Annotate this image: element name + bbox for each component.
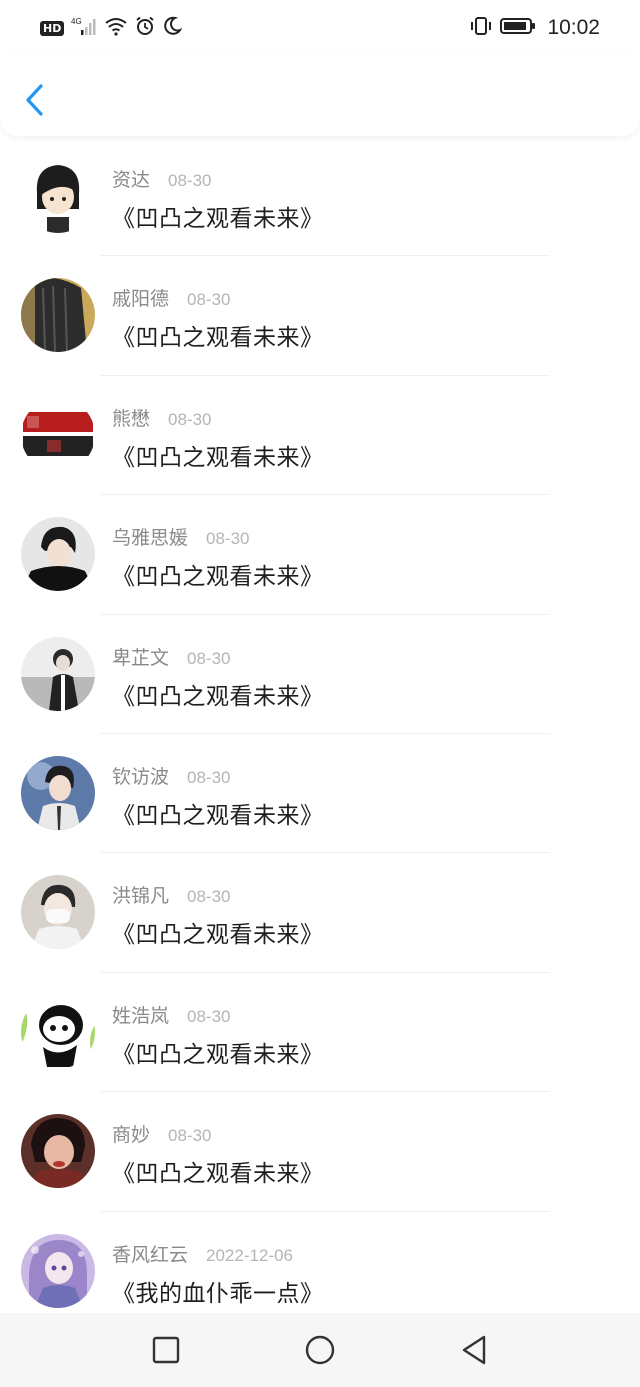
battery-icon [500, 16, 536, 40]
item-meta: 洪锦凡 08-30 [112, 881, 231, 908]
item-date: 08-30 [206, 529, 250, 549]
item-date: 08-30 [187, 887, 231, 907]
clock-time: 10:02 [547, 16, 600, 39]
moon-icon [162, 16, 183, 40]
list-item[interactable]: 商妙 08-30 《凹凸之观看未来》 [0, 1092, 640, 1212]
system-back-button[interactable] [452, 1328, 496, 1372]
item-meta: 戚阳德 08-30 [112, 284, 231, 311]
avatar [21, 397, 95, 472]
user-name: 钦访波 [112, 765, 170, 788]
item-meta: 资达 08-30 [112, 165, 212, 192]
network-label: 4G [71, 17, 82, 26]
square-icon [152, 1336, 180, 1364]
list-item[interactable]: 姓浩岚 08-30 《凹凸之观看未来》 [0, 973, 640, 1093]
item-date: 08-30 [187, 648, 231, 668]
alarm-icon [135, 16, 155, 40]
list-item[interactable]: 乌雅思媛 08-30 《凹凸之观看未来》 [0, 495, 640, 615]
status-right: 10:02 [469, 16, 600, 40]
user-name: 香风红云 [112, 1243, 189, 1266]
item-date: 08-30 [168, 171, 212, 190]
home-button[interactable] [298, 1328, 342, 1372]
avatar [21, 755, 95, 830]
list-item[interactable]: 戚阳德 08-30 《凹凸之观看未来》 [0, 256, 640, 376]
item-meta: 乌雅思媛 08-30 [112, 523, 250, 550]
avatar [21, 1114, 95, 1189]
item-date: 08-30 [168, 1126, 212, 1146]
item-date: 08-30 [187, 1006, 231, 1026]
user-name: 洪锦凡 [112, 885, 170, 908]
hd-badge: HD [40, 20, 65, 36]
avatar [21, 278, 95, 353]
book-title: 《凹凸之观看未来》 [112, 564, 324, 591]
item-date: 08-30 [187, 767, 231, 787]
user-name: 资达 [112, 169, 151, 191]
avatar [21, 875, 95, 950]
wifi-icon [104, 16, 128, 40]
list-item[interactable]: 熊懋 08-30 《凹凸之观看未来》 [0, 376, 640, 496]
user-name: 卑芷文 [112, 646, 170, 669]
avatar [21, 159, 95, 233]
item-meta: 姓浩岚 08-30 [112, 1001, 231, 1028]
book-title: 《凹凸之观看未来》 [112, 1041, 324, 1068]
book-title: 《凹凸之观看未来》 [112, 1161, 324, 1188]
item-meta: 熊懋 08-30 [112, 404, 212, 431]
user-name: 姓浩岚 [112, 1004, 170, 1027]
book-title: 《凹凸之观看未来》 [112, 206, 324, 232]
book-title: 《凹凸之观看未来》 [112, 444, 324, 471]
top-app-bar [0, 56, 640, 136]
book-title: 《我的血仆乖一点》 [112, 1280, 324, 1307]
item-date: 08-30 [187, 290, 231, 310]
item-date: 08-30 [168, 409, 212, 429]
status-bar: HD 4G 10:02 [0, 0, 640, 56]
avatar [21, 517, 95, 592]
list-item[interactable]: 洪锦凡 08-30 《凹凸之观看未来》 [0, 853, 640, 973]
triangle-back-icon [462, 1335, 486, 1365]
avatar [21, 994, 95, 1069]
book-title: 《凹凸之观看未来》 [112, 802, 324, 829]
vibrate-icon [469, 16, 493, 40]
list-item[interactable]: 资达 08-30 《凹凸之观看未来》 [0, 137, 640, 257]
item-meta: 香风红云 2022-12-06 [112, 1240, 293, 1267]
signal-icon: 4G [71, 16, 97, 40]
circle-icon [305, 1335, 335, 1365]
book-title: 《凹凸之观看未来》 [112, 922, 324, 949]
chevron-left-icon [26, 84, 43, 116]
item-meta: 卑芷文 08-30 [112, 643, 231, 670]
item-meta: 钦访波 08-30 [112, 762, 231, 789]
user-name: 乌雅思媛 [112, 527, 189, 550]
user-name: 熊懋 [112, 407, 151, 430]
book-title: 《凹凸之观看未来》 [112, 683, 324, 710]
avatar [21, 636, 95, 711]
status-left: HD 4G [40, 16, 183, 40]
recents-button[interactable] [144, 1328, 188, 1372]
user-name: 戚阳德 [112, 288, 170, 311]
item-date: 2022-12-06 [206, 1245, 293, 1265]
book-title: 《凹凸之观看未来》 [112, 325, 324, 352]
list-item[interactable]: 香风红云 2022-12-06 《我的血仆乖一点》 [0, 1212, 640, 1312]
list-item[interactable]: 卑芷文 08-30 《凹凸之观看未来》 [0, 615, 640, 734]
back-button[interactable] [18, 80, 50, 120]
user-name: 商妙 [112, 1124, 151, 1147]
record-list: 资达 08-30 《凹凸之观看未来》 戚阳德 08-30 《凹凸之观看未来》 熊… [0, 137, 640, 1312]
list-item[interactable]: 钦访波 08-30 《凹凸之观看未来》 [0, 734, 640, 854]
system-nav-bar [0, 1313, 640, 1387]
avatar [21, 1233, 95, 1308]
item-meta: 商妙 08-30 [112, 1120, 212, 1147]
